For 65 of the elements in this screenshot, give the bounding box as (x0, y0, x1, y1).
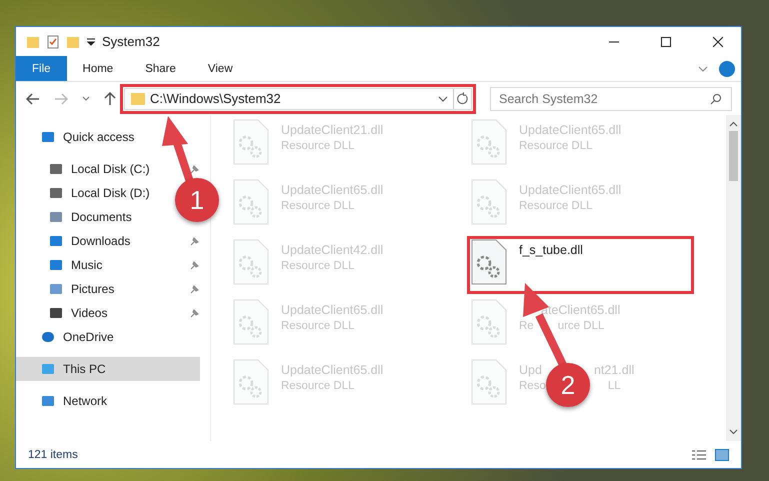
chevron-icon[interactable] (82, 94, 90, 102)
address-path: C:\Windows\System32 (150, 91, 282, 106)
sidebar-item[interactable]: Quick access (16, 125, 140, 149)
dll-file-icon (471, 239, 507, 285)
scroll-down-icon[interactable] (729, 429, 738, 435)
sidebar-item[interactable]: Downloads (16, 229, 136, 253)
file-type: Resource DLL (281, 260, 355, 272)
back-arrow-icon[interactable] (26, 92, 40, 104)
address-bar[interactable]: C:\Windows\System32 (124, 88, 472, 110)
ribbon-tab[interactable]: Home (66, 56, 130, 81)
dll-file-icon (233, 119, 269, 165)
item-count: 121 items (28, 448, 78, 460)
file-type: LL (608, 380, 621, 392)
pin-icon[interactable] (190, 260, 200, 270)
dll-file-icon (471, 359, 507, 405)
ribbon-tab[interactable]: Share (129, 56, 192, 81)
ribbon-tab[interactable]: File (16, 56, 67, 81)
scroll-up-icon[interactable] (729, 121, 738, 127)
dll-file-icon (233, 179, 269, 225)
thumbnail-view-icon[interactable] (715, 448, 729, 460)
dll-file-icon (471, 119, 507, 165)
sidebar-item[interactable]: OneDrive (16, 325, 120, 349)
file-type: Resource DLL (281, 140, 355, 152)
pin-icon[interactable] (190, 236, 200, 246)
file-type: Resource DLL (281, 380, 355, 392)
file-type: Reso (519, 380, 546, 392)
file-type: Resource DLL (281, 200, 355, 212)
window-title: System32 (102, 34, 161, 49)
chevron-icon[interactable] (438, 94, 448, 102)
scrollbar-thumb[interactable] (729, 131, 738, 181)
dll-file-icon (233, 299, 269, 345)
sidebar-item[interactable]: Local Disk (D:) (16, 181, 156, 205)
sidebar-item[interactable]: Music (16, 253, 108, 277)
search-field[interactable]: Search System32 (490, 86, 732, 110)
file-name[interactable]: f_s_tube.dll (519, 243, 583, 257)
minimize-icon (609, 40, 619, 42)
scrollbar[interactable] (726, 115, 741, 441)
pin-icon[interactable] (190, 284, 200, 294)
folder-icon (131, 92, 145, 105)
help-icon[interactable] (719, 60, 735, 76)
sidebar-item[interactable]: Pictures (16, 277, 120, 301)
up-arrow-icon[interactable] (104, 92, 116, 106)
dll-file-icon (233, 359, 269, 405)
sidebar-item[interactable]: Videos (16, 301, 114, 325)
sidebar-item[interactable]: Network (16, 389, 114, 413)
maximize-icon (661, 36, 671, 46)
file-type: Resource DLL (519, 140, 593, 152)
file-type: Resource DLL (519, 200, 593, 212)
pin-icon[interactable] (190, 308, 200, 318)
arrow (160, 116, 196, 182)
file-type: urce DLL (558, 320, 604, 332)
dll-file-icon (471, 299, 507, 345)
file-type: Re (519, 320, 534, 332)
dll-file-icon (471, 179, 507, 225)
file-type: Resource DLL (281, 320, 355, 332)
pin-icon[interactable] (190, 164, 200, 174)
details-view-icon[interactable] (691, 448, 707, 460)
sidebar-item[interactable]: Documents (16, 205, 138, 229)
properties-icon[interactable] (46, 34, 60, 48)
close-icon (713, 36, 723, 46)
dll-file-icon (233, 239, 269, 285)
sidebar-item[interactable]: This PC (16, 357, 200, 381)
caret-icon[interactable] (86, 36, 96, 46)
sidebar-item[interactable]: Local Disk (C:) (16, 157, 156, 181)
ribbon-tab[interactable]: View (192, 56, 249, 81)
